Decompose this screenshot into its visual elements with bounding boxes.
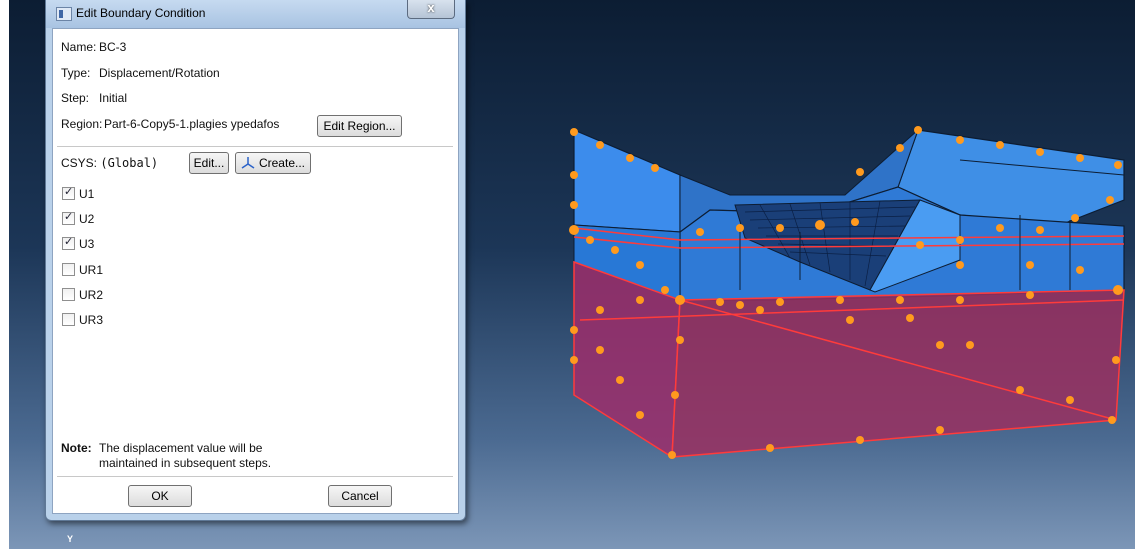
dof-checkbox-ur2[interactable]: [62, 288, 75, 301]
step-row: Step: Initial: [61, 91, 127, 105]
csys-create-label: Create...: [258, 156, 305, 170]
dof-row-ur1[interactable]: UR1: [62, 263, 103, 279]
dof-row-u2[interactable]: U2: [62, 210, 95, 228]
type-value: Displacement/Rotation: [99, 66, 220, 80]
type-label: Type:: [61, 66, 91, 80]
separator-top: [57, 146, 453, 148]
type-row: Type: Displacement/Rotation: [61, 66, 220, 80]
dof-row-ur2[interactable]: UR2: [62, 288, 103, 304]
edit-boundary-condition-dialog: Edit Boundary Condition x Name: BC-3 Type…: [45, 0, 466, 521]
dof-label-u2: U2: [79, 212, 95, 226]
part-left-top-face: [573, 129, 681, 233]
csys-value: (Global): [100, 156, 159, 170]
name-label: Name:: [61, 40, 97, 54]
dof-checkbox-u3[interactable]: [62, 235, 75, 250]
csys-create-button[interactable]: Create...: [235, 152, 311, 174]
dof-label-ur1: UR1: [79, 263, 104, 277]
step-label: Step:: [61, 91, 90, 105]
cancel-button[interactable]: Cancel: [328, 485, 392, 507]
csys-label: CSYS:: [61, 156, 98, 170]
note-text: Note: The displacement value will be main…: [61, 441, 271, 471]
csys-edit-button[interactable]: Edit...: [189, 152, 229, 174]
separator-bottom: [57, 476, 453, 478]
dialog-title: Edit Boundary Condition: [76, 6, 206, 20]
region-value: Part-6-Copy5-1.plagies ypedafos: [104, 117, 280, 131]
region-label: Region:: [61, 117, 103, 131]
csys-row: CSYS: (Global): [61, 156, 158, 170]
dof-label-u3: U3: [79, 237, 95, 251]
dof-label-ur3: UR3: [79, 313, 104, 327]
dof-checkbox-u2[interactable]: [62, 210, 75, 225]
app-icon: [56, 7, 72, 21]
name-row: Name: BC-3: [61, 40, 126, 54]
dof-checkbox-u1[interactable]: [62, 185, 75, 200]
close-button[interactable]: x: [407, 0, 455, 19]
dof-row-ur3[interactable]: UR3: [62, 313, 103, 329]
name-value: BC-3: [99, 40, 127, 54]
axis-y-label: Y: [67, 534, 74, 544]
note-line1: The displacement value will be: [99, 441, 263, 455]
csys-axes-icon: [241, 157, 255, 169]
dof-checkbox-ur1[interactable]: [62, 263, 75, 276]
dialog-titlebar[interactable]: Edit Boundary Condition x: [46, 0, 465, 28]
step-value: Initial: [99, 91, 128, 105]
edit-region-button[interactable]: Edit Region...: [317, 115, 402, 137]
note-line2: maintained in subsequent steps.: [99, 456, 272, 470]
dof-checkbox-ur3[interactable]: [62, 313, 75, 326]
dof-label-u1: U1: [79, 187, 95, 201]
region-row: Region: Part-6-Copy5-1.plagies ypedafos: [61, 117, 279, 131]
dof-row-u3[interactable]: U3: [62, 235, 95, 253]
note-label: Note:: [61, 441, 92, 455]
selected-region-front: [671, 289, 1125, 458]
dof-label-ur2: UR2: [79, 288, 104, 302]
dof-row-u1[interactable]: U1: [62, 185, 95, 203]
dialog-body: Name: BC-3 Type: Displacement/Rotation Ste…: [52, 28, 459, 514]
ok-button[interactable]: OK: [128, 485, 192, 507]
